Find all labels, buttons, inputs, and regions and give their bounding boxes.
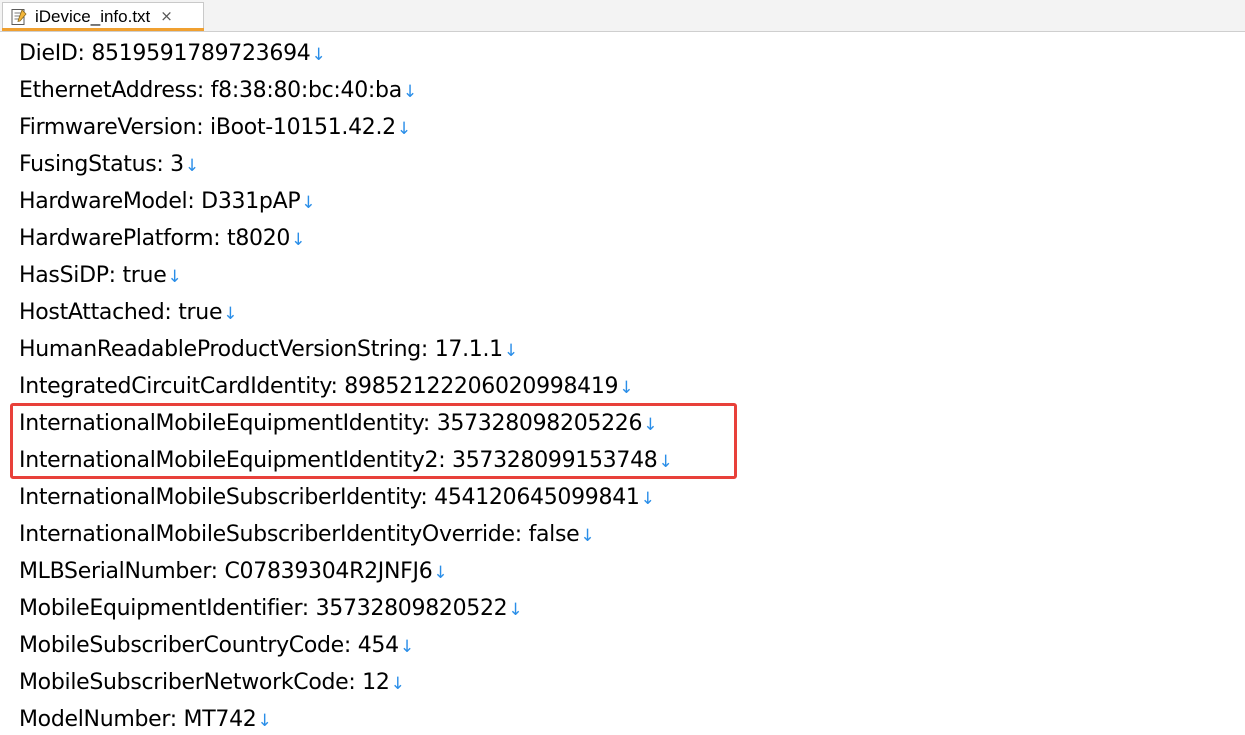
line-text: HardwarePlatform: t8020: [19, 226, 291, 251]
line-text: HardwareModel: D331pAP: [19, 189, 301, 214]
text-line[interactable]: FirmwareVersion: iBoot-10151.42.2↓: [19, 109, 672, 146]
text-line[interactable]: InternationalMobileEquipmentIdentity2: 3…: [19, 442, 673, 479]
text-line[interactable]: EthernetAddress: f8:38:80:bc:40:ba↓: [19, 72, 672, 109]
line-text: HostAttached: true: [19, 300, 223, 325]
text-line[interactable]: HardwarePlatform: t8020↓: [19, 220, 672, 257]
line-break-marker-icon: ↓: [399, 637, 414, 657]
text-line[interactable]: InternationalMobileEquipmentIdentity: 35…: [19, 405, 672, 442]
line-text: EthernetAddress: f8:38:80:bc:40:ba: [19, 78, 402, 103]
text-line[interactable]: HumanReadableProductVersionString: 17.1.…: [19, 331, 672, 368]
line-break-marker-icon: ↓: [503, 341, 518, 361]
line-break-marker-icon: ↓: [291, 230, 306, 250]
text-line[interactable]: FusingStatus: 3↓: [19, 146, 672, 183]
line-break-marker-icon: ↓: [223, 304, 238, 324]
text-line[interactable]: MobileSubscriberNetworkCode: 12↓: [19, 664, 672, 701]
line-break-marker-icon: ↓: [390, 674, 405, 694]
line-break-marker-icon: ↓: [402, 82, 417, 102]
text-line[interactable]: HasSiDP: true↓: [19, 257, 672, 294]
tab-close-icon[interactable]: ×: [160, 9, 173, 24]
text-line[interactable]: ModelNumber: MT742↓: [19, 701, 672, 735]
line-break-marker-icon: ↓: [508, 600, 523, 620]
line-break-marker-icon: ↓: [643, 415, 658, 435]
line-break-marker-icon: ↓: [257, 711, 272, 731]
text-line[interactable]: IntegratedCircuitCardIdentity: 898521222…: [19, 368, 672, 405]
line-text: InternationalMobileSubscriberIdentity: 4…: [19, 485, 640, 510]
line-text: HumanReadableProductVersionString: 17.1.…: [19, 337, 503, 362]
line-text: MobileSubscriberNetworkCode: 12: [19, 670, 390, 695]
line-break-marker-icon: ↓: [301, 193, 316, 213]
text-line[interactable]: HardwareModel: D331pAP↓: [19, 183, 672, 220]
line-break-marker-icon: ↓: [184, 156, 199, 176]
line-text: IntegratedCircuitCardIdentity: 898521222…: [19, 374, 619, 399]
line-break-marker-icon: ↓: [658, 452, 673, 472]
line-text: MobileSubscriberCountryCode: 454: [19, 633, 399, 658]
line-break-marker-icon: ↓: [619, 378, 634, 398]
line-text: InternationalMobileEquipmentIdentity2: 3…: [19, 448, 658, 473]
line-break-marker-icon: ↓: [433, 563, 448, 583]
line-text: FusingStatus: 3: [19, 152, 184, 177]
text-line[interactable]: InternationalMobileSubscriberIdentity: 4…: [19, 479, 672, 516]
text-line[interactable]: InternationalMobileSubscriberIdentityOve…: [19, 516, 672, 553]
tab-bar: iDevice_info.txt ×: [0, 0, 1245, 32]
line-text: DieID: 8519591789723694: [19, 41, 311, 66]
editor-window: iDevice_info.txt × DieID: 85195917897236…: [0, 0, 1245, 735]
line-break-marker-icon: ↓: [167, 267, 182, 287]
text-line[interactable]: HostAttached: true↓: [19, 294, 672, 331]
line-text: InternationalMobileSubscriberIdentityOve…: [19, 522, 580, 547]
tab-title: iDevice_info.txt: [35, 6, 151, 26]
line-break-marker-icon: ↓: [580, 526, 595, 546]
text-lines: DieID: 8519591789723694↓ EthernetAddress:…: [19, 35, 673, 735]
line-text: MLBSerialNumber: C07839304R2JNFJ6: [19, 559, 433, 584]
line-break-marker-icon: ↓: [396, 119, 411, 139]
text-line[interactable]: MobileEquipmentIdentifier: 3573280982052…: [19, 590, 672, 627]
text-line[interactable]: MobileSubscriberCountryCode: 454↓: [19, 627, 672, 664]
line-break-marker-icon: ↓: [640, 489, 655, 509]
text-editor[interactable]: DieID: 8519591789723694↓ EthernetAddress:…: [0, 32, 1245, 735]
line-text: InternationalMobileEquipmentIdentity: 35…: [19, 411, 643, 436]
line-break-marker-icon: ↓: [311, 45, 326, 65]
text-file-icon: [9, 7, 29, 27]
line-text: FirmwareVersion: iBoot-10151.42.2: [19, 115, 396, 140]
text-line[interactable]: MLBSerialNumber: C07839304R2JNFJ6↓: [19, 553, 672, 590]
line-text: HasSiDP: true: [19, 263, 167, 288]
tab-idevice-info[interactable]: iDevice_info.txt ×: [2, 2, 204, 31]
line-text: MobileEquipmentIdentifier: 3573280982052…: [19, 596, 508, 621]
line-text: ModelNumber: MT742: [19, 707, 257, 732]
text-line[interactable]: DieID: 8519591789723694↓: [19, 35, 672, 72]
